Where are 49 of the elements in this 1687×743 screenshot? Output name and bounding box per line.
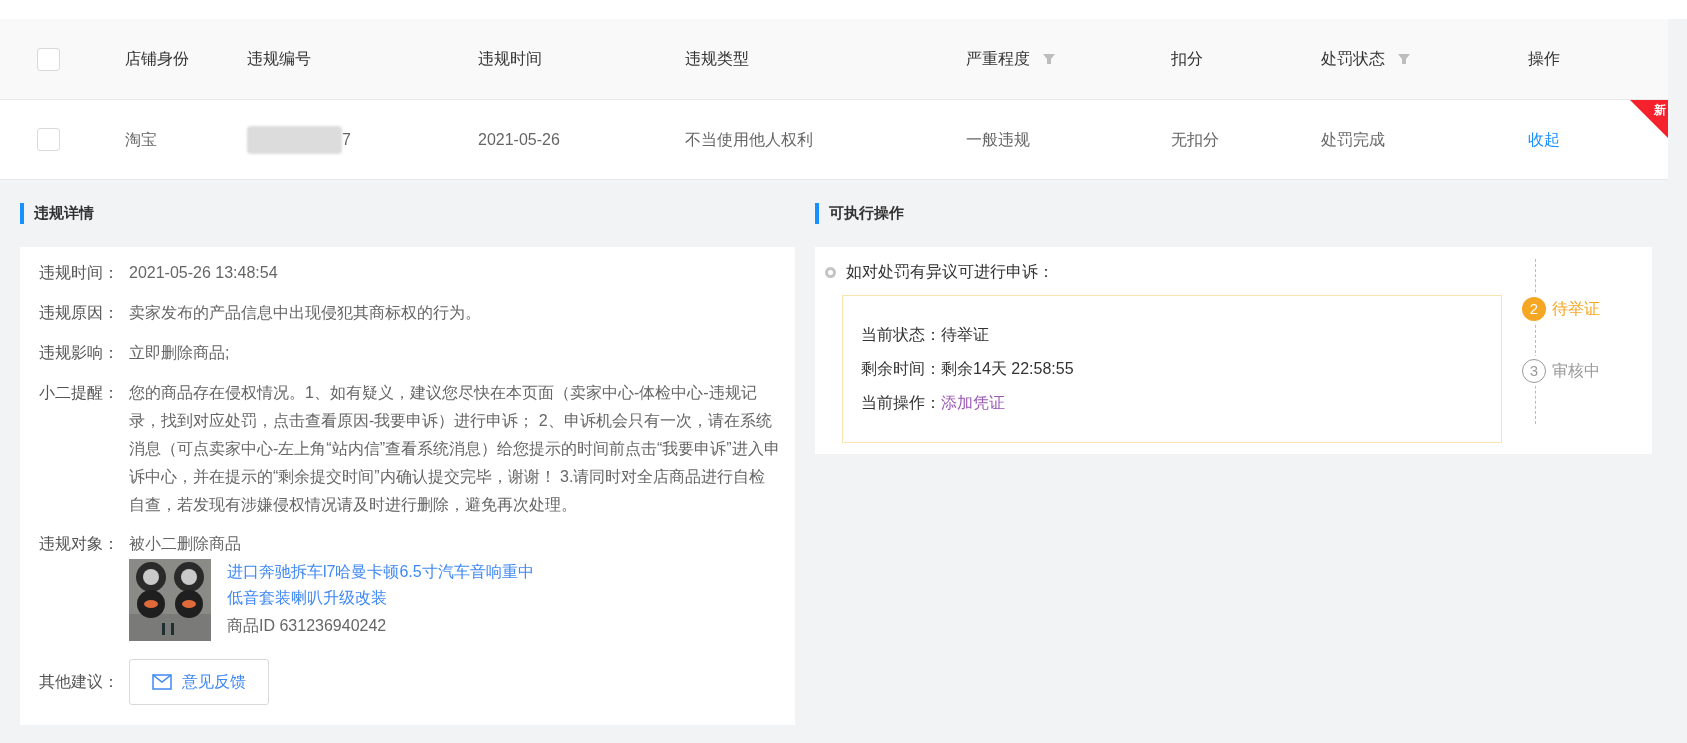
appeal-intro: 如对处罚有异议可进行申诉： — [846, 262, 1054, 282]
product-title-link[interactable]: 进口奔驰拆车l7哈曼卡顿6.5寸汽车音响重中 低音套装喇叭升级改装 — [227, 559, 534, 611]
column-header: 店铺身份 — [125, 49, 189, 69]
column-header: 违规时间 — [478, 49, 542, 69]
table-cell-text: 7 — [342, 129, 351, 150]
table-cell-text: 一般违规 — [966, 129, 1030, 150]
table-cell-text: 无扣分 — [1171, 129, 1219, 150]
filter-icon[interactable] — [1397, 52, 1411, 66]
field-value: 您的商品存在侵权情况。1、如有疑义，建议您尽快在本页面（卖家中心-体检中心-违规记录，找到对应处罚，点击查看原因-我要申诉）进行申诉； 2、申诉机会只有一次，请在系统消息（可点卖家中心-左上角“站内信”查看系统消息）给您提示的时间前点击“我要申诉”进入申诉中心，并在提示的“剩余提交时间”内确认提交完毕，谢谢！ 3.请同时对全店商品进行自检自查，若发现有涉嫌侵权情况请及时进行删除，避免再次处理。 — [129, 383, 781, 515]
bullet-icon — [825, 266, 836, 278]
column-header: 扣分 — [1171, 49, 1203, 69]
step-label: 审核中 — [1552, 361, 1600, 381]
status-label: 当前状态： — [861, 325, 941, 345]
step-label: 待举证 — [1552, 299, 1600, 319]
table-cell-text: 淘宝 — [125, 129, 157, 150]
checkbox[interactable] — [37, 47, 60, 71]
new-badge: 新 — [1630, 100, 1668, 138]
status-label: 剩余时间： — [861, 359, 941, 379]
field-label: 违规原因： — [39, 303, 120, 323]
table-cell-text: 2021-05-26 — [478, 129, 560, 150]
table-cell-text: 不当使用他人权利 — [685, 129, 813, 150]
status-label: 当前操作： — [861, 393, 941, 413]
envelope-icon — [152, 674, 172, 690]
field-label: 违规影响： — [39, 343, 120, 363]
column-header: 违规类型 — [685, 49, 749, 69]
column-header: 操作 — [1528, 49, 1560, 69]
add-evidence-link[interactable]: 添加凭证 — [941, 386, 1005, 420]
step-number: 2 — [1522, 297, 1546, 321]
section-title: 违规详情 — [34, 203, 94, 224]
column-header: 严重程度 — [966, 49, 1030, 69]
field-value: 被小二删除商品 — [129, 534, 242, 554]
feedback-button[interactable]: 意见反馈 — [129, 659, 269, 705]
checkbox[interactable] — [37, 128, 60, 151]
field-value: 卖家发布的产品信息中出现侵犯其商标权的行为。 — [129, 303, 481, 323]
status-value: 待举证 — [941, 325, 989, 345]
field-label: 其他建议： — [39, 672, 120, 692]
collapse-link[interactable]: 收起 — [1528, 127, 1560, 152]
field-value: 2021-05-26 13:48:54 — [129, 263, 278, 283]
field-label: 违规时间： — [39, 263, 120, 283]
column-header: 处罚状态 — [1321, 49, 1385, 69]
field-label: 小二提醒： — [39, 383, 120, 403]
status-value: 剩余14天 22:58:55 — [941, 359, 1074, 379]
product-id: 商品ID 631236940242 — [227, 616, 388, 636]
field-label: 违规对象： — [39, 534, 120, 554]
column-header: 违规编号 — [247, 49, 311, 69]
table-cell-text: 处罚完成 — [1321, 129, 1385, 150]
section-title: 可执行操作 — [829, 203, 904, 224]
field-value: 立即删除商品; — [129, 343, 230, 363]
filter-icon[interactable] — [1042, 52, 1056, 66]
